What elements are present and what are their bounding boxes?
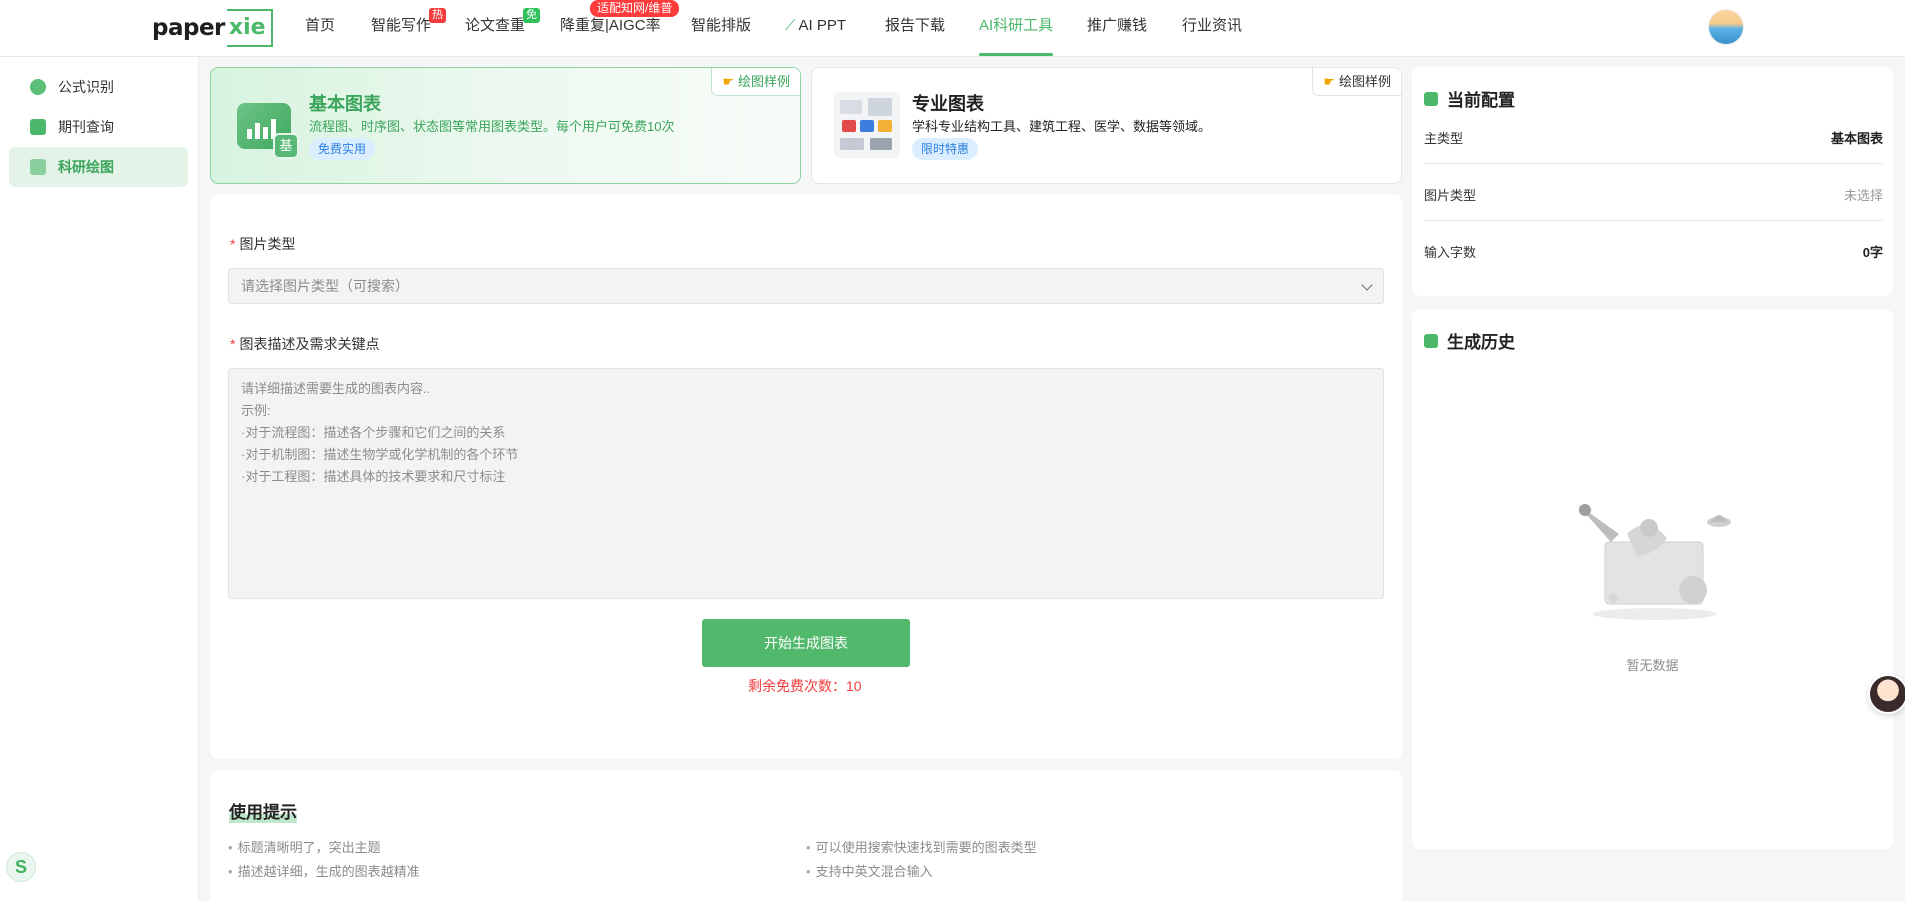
sidebar-item-label: 公式识别 bbox=[58, 79, 114, 95]
sidebar-item-research-drawing[interactable]: 科研绘图 bbox=[9, 147, 188, 187]
top-navbar: paper xie 首页 智能写作 热 论文查重 免 降重复|AIGC率 适配知… bbox=[0, 0, 1905, 57]
sample-label: 绘图样例 bbox=[1338, 74, 1391, 89]
config-row-word-count: 输入字数 0字 bbox=[1424, 221, 1883, 278]
chart-form-panel: * 图片类型 请选择图片类型（可搜索） * 图表描述及需求关键点 请详细描述需要生成… bbox=[210, 194, 1402, 759]
nav-label: 报告下载 bbox=[885, 17, 946, 34]
placeholder-line: ·对于机制图：描述生物学或化学机制的各个环节 bbox=[241, 447, 519, 462]
empty-state-rocket-icon bbox=[1577, 504, 1731, 620]
card-title: 基本图表 bbox=[309, 94, 381, 114]
placeholder-line: 请详细描述需要生成的图表内容.. bbox=[241, 381, 431, 396]
nav-smart-layout[interactable]: 智能排版 bbox=[691, 0, 751, 55]
pointing-hand-icon: ☛ bbox=[722, 74, 734, 89]
required-asterisk: * bbox=[230, 236, 236, 252]
placeholder-line: 示例: bbox=[241, 403, 271, 418]
paperxie-logo[interactable]: paper xie bbox=[152, 9, 273, 47]
nav-reduce-repetition[interactable]: 降重复|AIGC率 适配知网/维普 bbox=[560, 0, 680, 55]
sidebar-item-journal-search[interactable]: 期刊查询 bbox=[9, 107, 188, 147]
logo-text: paper bbox=[152, 15, 225, 41]
cnki-adapter-badge: 适配知网/维普 bbox=[590, 0, 680, 17]
nav-label: AI科研工具 bbox=[979, 17, 1054, 34]
config-key: 主类型 bbox=[1424, 131, 1464, 146]
card-description: 学科专业结构工具、建筑工程、医学、数据等领域。 bbox=[912, 119, 1212, 134]
customer-service-avatar[interactable] bbox=[1868, 674, 1905, 714]
description-label: * 图表描述及需求关键点 bbox=[230, 334, 379, 354]
nav-label: 论文查重 bbox=[465, 17, 526, 34]
nav-label: 首页 bbox=[305, 17, 336, 34]
nav-ai-ppt[interactable]: ⟋ AI PPT bbox=[785, 0, 846, 55]
remaining-free-count: 剩余免费次数：10 bbox=[748, 678, 862, 694]
select-placeholder: 请选择图片类型（可搜索） bbox=[241, 278, 409, 294]
sidebar-item-label: 期刊查询 bbox=[58, 119, 114, 135]
nav-promote-earn[interactable]: 推广赚钱 bbox=[1087, 0, 1147, 55]
hot-badge: 热 bbox=[429, 8, 446, 23]
nav-industry-news[interactable]: 行业资讯 bbox=[1182, 0, 1242, 55]
floating-assistant-icon[interactable]: S bbox=[6, 852, 36, 882]
current-config-panel: 当前配置 主类型 基本图表 图片类型 未选择 输入字数 0字 bbox=[1412, 67, 1893, 296]
tip-item: 支持中英文混合输入 bbox=[806, 861, 933, 880]
tips-title: 使用提示 bbox=[229, 798, 297, 823]
sidebar-item-formula-recognition[interactable]: 公式识别 bbox=[9, 67, 188, 107]
basic-chart-card[interactable]: 基 基本图表 流程图、时序图、状态图等常用图表类型。每个用户可免费10次 免费实… bbox=[210, 67, 801, 184]
no-data-text: 暂无数据 bbox=[1626, 658, 1679, 673]
chevron-down-icon bbox=[1361, 279, 1373, 291]
title-text: 生成历史 bbox=[1447, 333, 1515, 352]
description-textarea[interactable]: 请详细描述需要生成的图表内容.. 示例: ·对于流程图：描述各个步骤和它们之间的… bbox=[228, 368, 1384, 599]
limited-offer-tag: 限时特惠 bbox=[912, 138, 979, 160]
nav-label: 降重复|AIGC率 bbox=[560, 17, 661, 34]
nav-label: 智能排版 bbox=[691, 17, 752, 34]
config-value: 0字 bbox=[1862, 245, 1883, 260]
pro-sample-button[interactable]: ☛ 绘图样例 bbox=[1312, 68, 1401, 96]
magic-wand-icon: ⟋ bbox=[785, 17, 796, 34]
pro-chart-card[interactable]: 专业图表 学科专业结构工具、建筑工程、医学、数据等领域。 限时特惠 ☛ 绘图样例 bbox=[811, 67, 1402, 184]
basic-badge-char: 基 bbox=[273, 133, 299, 159]
config-row-main-type: 主类型 基本图表 bbox=[1424, 107, 1883, 164]
left-sidebar: 公式识别 期刊查询 科研绘图 S bbox=[0, 57, 199, 901]
nav-smart-writing[interactable]: 智能写作 热 bbox=[371, 0, 446, 55]
sidebar-item-label: 科研绘图 bbox=[58, 159, 114, 175]
card-title: 专业图表 bbox=[912, 94, 984, 114]
history-icon bbox=[1424, 333, 1438, 348]
generation-history-panel: 生成历史 暂无数据 bbox=[1412, 309, 1893, 849]
user-avatar[interactable] bbox=[1708, 9, 1744, 45]
nav-report-download[interactable]: 报告下载 bbox=[885, 0, 945, 55]
journal-icon bbox=[30, 119, 46, 135]
nav-label: AI PPT bbox=[798, 17, 847, 34]
tip-item: 可以使用搜索快速找到需要的图表类型 bbox=[806, 837, 1037, 856]
label-text: 图表描述及需求关键点 bbox=[239, 336, 380, 352]
image-type-label: * 图片类型 bbox=[230, 234, 295, 254]
config-key: 图片类型 bbox=[1424, 188, 1477, 203]
nav-label: 行业资讯 bbox=[1182, 17, 1243, 34]
card-description: 流程图、时序图、状态图等常用图表类型。每个用户可免费10次 bbox=[309, 119, 675, 134]
image-type-select[interactable]: 请选择图片类型（可搜索） bbox=[228, 268, 1384, 304]
free-practical-tag: 免费实用 bbox=[309, 138, 376, 160]
basic-chart-icon: 基 bbox=[237, 103, 299, 159]
pointing-hand-icon: ☛ bbox=[1323, 74, 1335, 89]
config-row-image-type: 图片类型 未选择 bbox=[1424, 164, 1883, 221]
required-asterisk: * bbox=[230, 336, 236, 352]
generate-chart-button[interactable]: 开始生成图表 bbox=[702, 619, 910, 667]
config-value: 未选择 bbox=[1843, 188, 1883, 203]
chart-image-icon bbox=[30, 159, 46, 175]
settings-icon bbox=[1424, 91, 1438, 106]
placeholder-line: ·对于工程图：描述具体的技术要求和尺寸标注 bbox=[241, 469, 506, 484]
config-key: 输入字数 bbox=[1424, 245, 1477, 260]
history-title: 生成历史 bbox=[1424, 328, 1515, 353]
nav-label: 推广赚钱 bbox=[1087, 17, 1148, 34]
label-text: 图片类型 bbox=[239, 236, 296, 252]
formula-icon bbox=[30, 79, 46, 95]
basic-sample-button[interactable]: ☛ 绘图样例 bbox=[711, 68, 800, 96]
usage-tips-panel: 使用提示 标题清晰明了，突出主题 描述越详细，生成的图表越精准 可以使用搜索快速… bbox=[210, 770, 1402, 901]
sample-label: 绘图样例 bbox=[737, 74, 790, 89]
placeholder-line: ·对于流程图：描述各个步骤和它们之间的关系 bbox=[241, 425, 506, 440]
tip-item: 描述越详细，生成的图表越精准 bbox=[228, 861, 420, 880]
nav-home[interactable]: 首页 bbox=[305, 0, 335, 55]
free-badge: 免 bbox=[523, 8, 540, 23]
tip-item: 标题清晰明了，突出主题 bbox=[228, 837, 381, 856]
pro-chart-thumbnail-icon bbox=[834, 92, 900, 158]
nav-plagiarism-check[interactable]: 论文查重 免 bbox=[465, 0, 540, 55]
logo-accent-text: xie bbox=[226, 9, 273, 47]
nav-label: 智能写作 bbox=[371, 17, 432, 34]
nav-ai-research-tools[interactable]: AI科研工具 bbox=[979, 0, 1054, 56]
config-value: 基本图表 bbox=[1830, 131, 1883, 146]
